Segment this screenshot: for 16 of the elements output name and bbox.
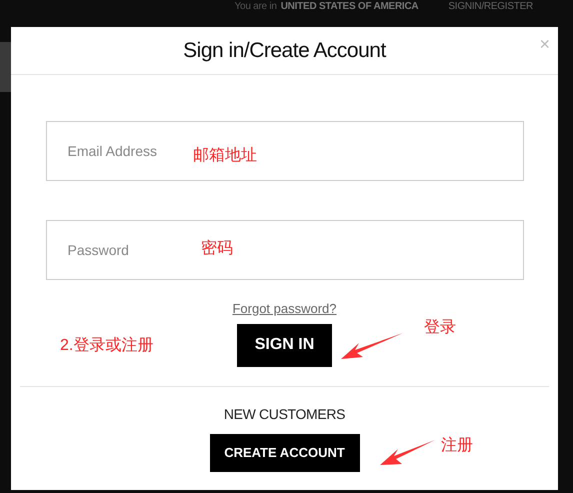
annotation-text: 注册 [441, 436, 473, 456]
forgot-password-link[interactable]: Forgot password? [232, 299, 337, 318]
country-link[interactable]: UNITED STATES OF AMERICA [280, 2, 418, 12]
background-panel [0, 42, 11, 92]
arrow-icon [341, 333, 403, 361]
dialog-title: Sign in/Create Account [183, 38, 386, 64]
arrow-icon [380, 440, 435, 467]
annotation-text: 邮箱地址 [193, 146, 257, 166]
annotation-text: 登录 [424, 318, 456, 338]
location-label: You are in [234, 2, 277, 12]
signin-register-link[interactable]: SIGNIN/REGISTER [448, 2, 533, 12]
annotation-text: 密码 [201, 239, 233, 259]
create-account-button[interactable]: CREATE ACCOUNT [210, 434, 360, 472]
annotation-text: 2.登录或注册 [60, 336, 154, 356]
section-heading: NEW CUSTOMERS [224, 404, 346, 424]
sign-in-button[interactable]: SIGN IN [237, 324, 332, 366]
